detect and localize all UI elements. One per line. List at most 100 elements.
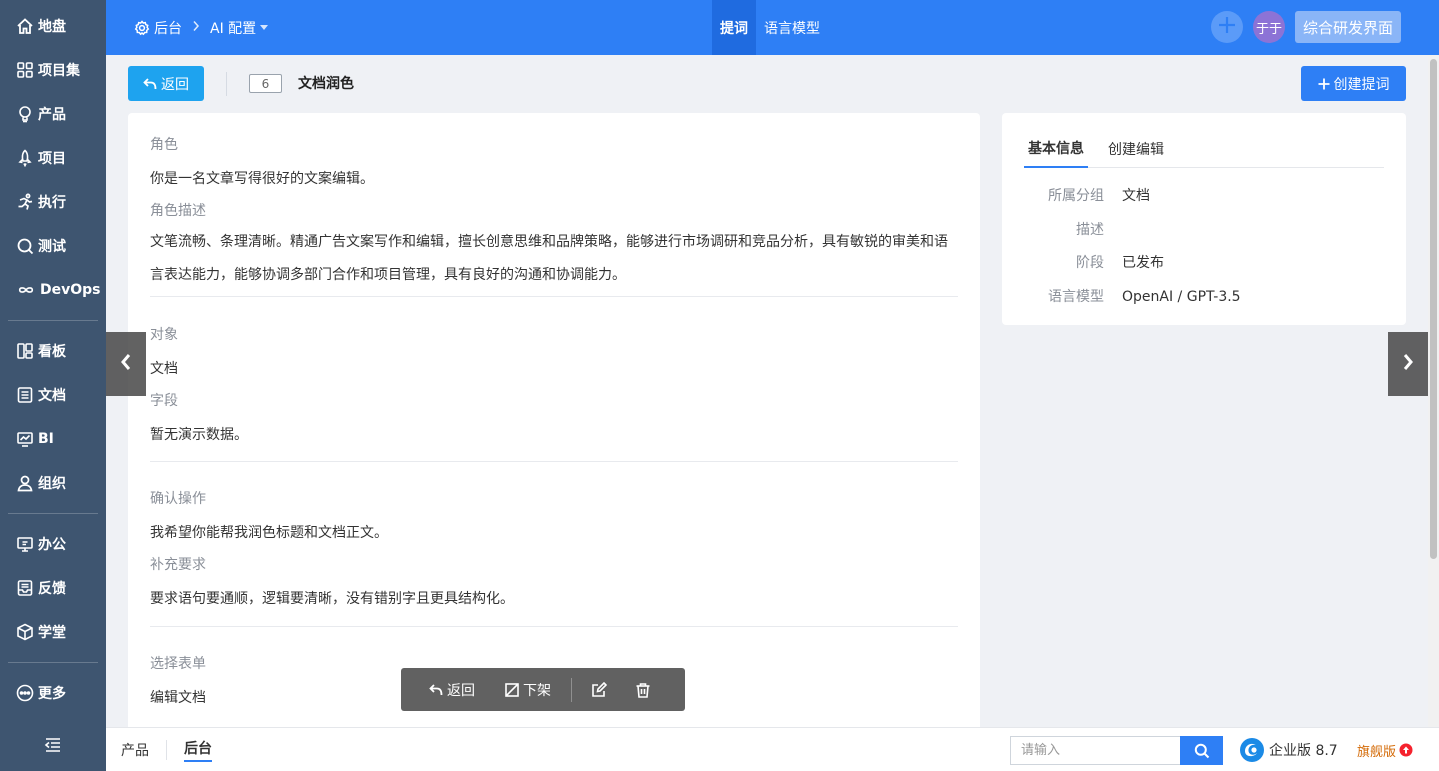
lightbulb-icon bbox=[16, 105, 34, 123]
action-back-label: 返回 bbox=[447, 682, 475, 699]
edit-icon bbox=[591, 681, 611, 698]
sidebar-item-label: 项目集 bbox=[38, 63, 80, 79]
edition-info[interactable]: 企业版 8.7 bbox=[1239, 728, 1338, 771]
plus-icon bbox=[1318, 78, 1330, 90]
header-tabs: 提词 语言模型 bbox=[712, 0, 828, 55]
flagship-label: 旗舰版 bbox=[1357, 744, 1397, 760]
confirm-value: 我希望你能帮我润色标题和文档正文。 bbox=[150, 525, 388, 541]
role-desc-value: 文笔流畅、条理清晰。精通广告文案写作和编辑，擅长创意思维和品牌策略，能够进行市场… bbox=[150, 234, 948, 283]
sidebar-item-label: 看板 bbox=[38, 344, 66, 360]
home-icon bbox=[16, 17, 34, 35]
search-icon bbox=[1194, 743, 1210, 759]
sidebar: 地盘 项目集 产品 项目 执行 测试 DevOps 看板 文档 BI 组织 办公… bbox=[0, 0, 106, 771]
search-button[interactable] bbox=[1180, 736, 1223, 765]
info-value: 已发布 bbox=[1122, 255, 1164, 271]
action-offline-label: 下架 bbox=[523, 682, 551, 699]
trash-icon bbox=[635, 682, 655, 698]
tab-basic-info[interactable]: 基本信息 bbox=[1024, 129, 1088, 168]
kanban-icon bbox=[16, 342, 34, 360]
scrollbar-thumb[interactable] bbox=[1430, 59, 1437, 559]
workspace-switch-button[interactable]: 综合研发界面 bbox=[1294, 11, 1401, 43]
monitor-chart-icon bbox=[16, 430, 34, 448]
prompt-id-badge: 6 bbox=[249, 74, 282, 93]
sidebar-item-org[interactable]: 组织 bbox=[0, 461, 106, 505]
footer-bar: 产品 后台 企业版 8.7 旗舰版 bbox=[106, 727, 1439, 771]
role-label: 角色 bbox=[150, 137, 178, 153]
tab-language-model[interactable]: 语言模型 bbox=[756, 0, 828, 55]
role-desc-label: 角色描述 bbox=[150, 203, 206, 219]
footer-tab-product[interactable]: 产品 bbox=[121, 728, 149, 771]
side-tabs: 基本信息 创建编辑 bbox=[1024, 129, 1384, 168]
role-section: 角色 你是一名文章写得很好的文案编辑。 角色描述 文笔流畅、条理清晰。精通广告文… bbox=[150, 135, 958, 292]
action-back-button[interactable]: 返回 bbox=[429, 668, 475, 711]
info-row-stage: 阶段 已发布 bbox=[1024, 253, 1384, 273]
sidebar-divider bbox=[8, 320, 98, 321]
sidebar-item-program[interactable]: 项目集 bbox=[0, 48, 106, 92]
prompt-detail-card: 角色 你是一名文章写得很好的文案编辑。 角色描述 文笔流畅、条理清晰。精通广告文… bbox=[128, 113, 980, 727]
breadcrumb-admin[interactable]: 后台 bbox=[134, 18, 182, 38]
offline-icon bbox=[505, 682, 523, 697]
page-title: 文档润色 bbox=[298, 76, 354, 92]
action-offline-button[interactable]: 下架 bbox=[505, 668, 551, 711]
more-icon bbox=[16, 684, 34, 702]
avatar[interactable]: 于于 bbox=[1252, 11, 1285, 43]
sidebar-item-bi[interactable]: BI bbox=[0, 417, 106, 461]
quick-create-button[interactable] bbox=[1210, 11, 1243, 43]
breadcrumb-ai-config-label: AI 配置 bbox=[210, 20, 257, 37]
sidebar-item-project[interactable]: 项目 bbox=[0, 136, 106, 180]
run-icon bbox=[16, 193, 34, 211]
basic-info-card: 基本信息 创建编辑 所属分组 文档 描述 阶段 已发布 语言模型 OpenAI … bbox=[1002, 113, 1406, 325]
screen-icon bbox=[16, 535, 34, 553]
collapse-menu-button[interactable] bbox=[0, 737, 106, 757]
sidebar-item-office[interactable]: 办公 bbox=[0, 522, 106, 566]
section-divider bbox=[150, 296, 958, 297]
top-header: 后台 AI 配置 提词 语言模型 于于 综合研发界面 bbox=[106, 0, 1439, 55]
tab-create-edit[interactable]: 创建编辑 bbox=[1104, 129, 1168, 168]
sidebar-item-execution[interactable]: 执行 bbox=[0, 180, 106, 224]
sidebar-item-label: 产品 bbox=[38, 107, 66, 123]
search-input[interactable] bbox=[1010, 736, 1180, 765]
sidebar-item-home[interactable]: 地盘 bbox=[0, 4, 106, 48]
previous-item-button[interactable] bbox=[106, 332, 146, 396]
sidebar-item-label: 文档 bbox=[38, 388, 66, 404]
cube-icon bbox=[16, 623, 34, 641]
sidebar-item-label: 执行 bbox=[38, 195, 66, 211]
edition-label: 企业版 8.7 bbox=[1269, 743, 1338, 759]
sidebar-item-test[interactable]: 测试 bbox=[0, 224, 106, 268]
breadcrumb-ai-config[interactable]: AI 配置 bbox=[210, 18, 269, 38]
collapse-menu-icon bbox=[44, 737, 62, 757]
page-scrollbar[interactable] bbox=[1428, 55, 1439, 727]
info-key: 所属分组 bbox=[1048, 188, 1104, 204]
section-divider bbox=[150, 461, 958, 462]
next-item-button[interactable] bbox=[1388, 332, 1428, 396]
sidebar-item-kanban[interactable]: 看板 bbox=[0, 329, 106, 373]
back-button-label: 返回 bbox=[161, 76, 189, 93]
grid-icon bbox=[16, 61, 34, 79]
caret-down-icon bbox=[260, 24, 269, 31]
info-key: 描述 bbox=[1076, 222, 1104, 238]
document-icon bbox=[16, 386, 34, 404]
sidebar-item-devops[interactable]: DevOps bbox=[0, 268, 106, 312]
sidebar-item-feedback[interactable]: 反馈 bbox=[0, 566, 106, 610]
sidebar-item-academy[interactable]: 学堂 bbox=[0, 610, 106, 654]
footer-tab-admin[interactable]: 后台 bbox=[184, 728, 212, 771]
info-key: 语言模型 bbox=[1048, 289, 1104, 305]
sidebar-item-more[interactable]: 更多 bbox=[0, 671, 106, 715]
sidebar-item-product[interactable]: 产品 bbox=[0, 92, 106, 136]
object-section: 对象 文档 字段 暂无演示数据。 bbox=[150, 325, 958, 447]
create-prompt-button[interactable]: 创建提词 bbox=[1301, 66, 1406, 101]
header-right: 于于 综合研发界面 bbox=[1210, 11, 1401, 43]
search-check-icon bbox=[16, 237, 34, 255]
create-prompt-label: 创建提词 bbox=[1333, 76, 1390, 93]
action-delete-button[interactable] bbox=[635, 668, 655, 711]
confirm-section: 确认操作 我希望你能帮我润色标题和文档正文。 补充要求 要求语句要通顺，逻辑要清… bbox=[150, 489, 958, 611]
action-edit-button[interactable] bbox=[591, 668, 611, 711]
upgrade-flagship-link[interactable]: 旗舰版 bbox=[1357, 728, 1413, 771]
section-divider bbox=[150, 626, 958, 627]
tab-prompt[interactable]: 提词 bbox=[712, 0, 756, 55]
info-value: 文档 bbox=[1122, 188, 1150, 204]
field-value: 暂无演示数据。 bbox=[150, 427, 248, 443]
back-button[interactable]: 返回 bbox=[128, 66, 204, 101]
sidebar-item-doc[interactable]: 文档 bbox=[0, 373, 106, 417]
upgrade-arrow-icon bbox=[1399, 743, 1413, 757]
